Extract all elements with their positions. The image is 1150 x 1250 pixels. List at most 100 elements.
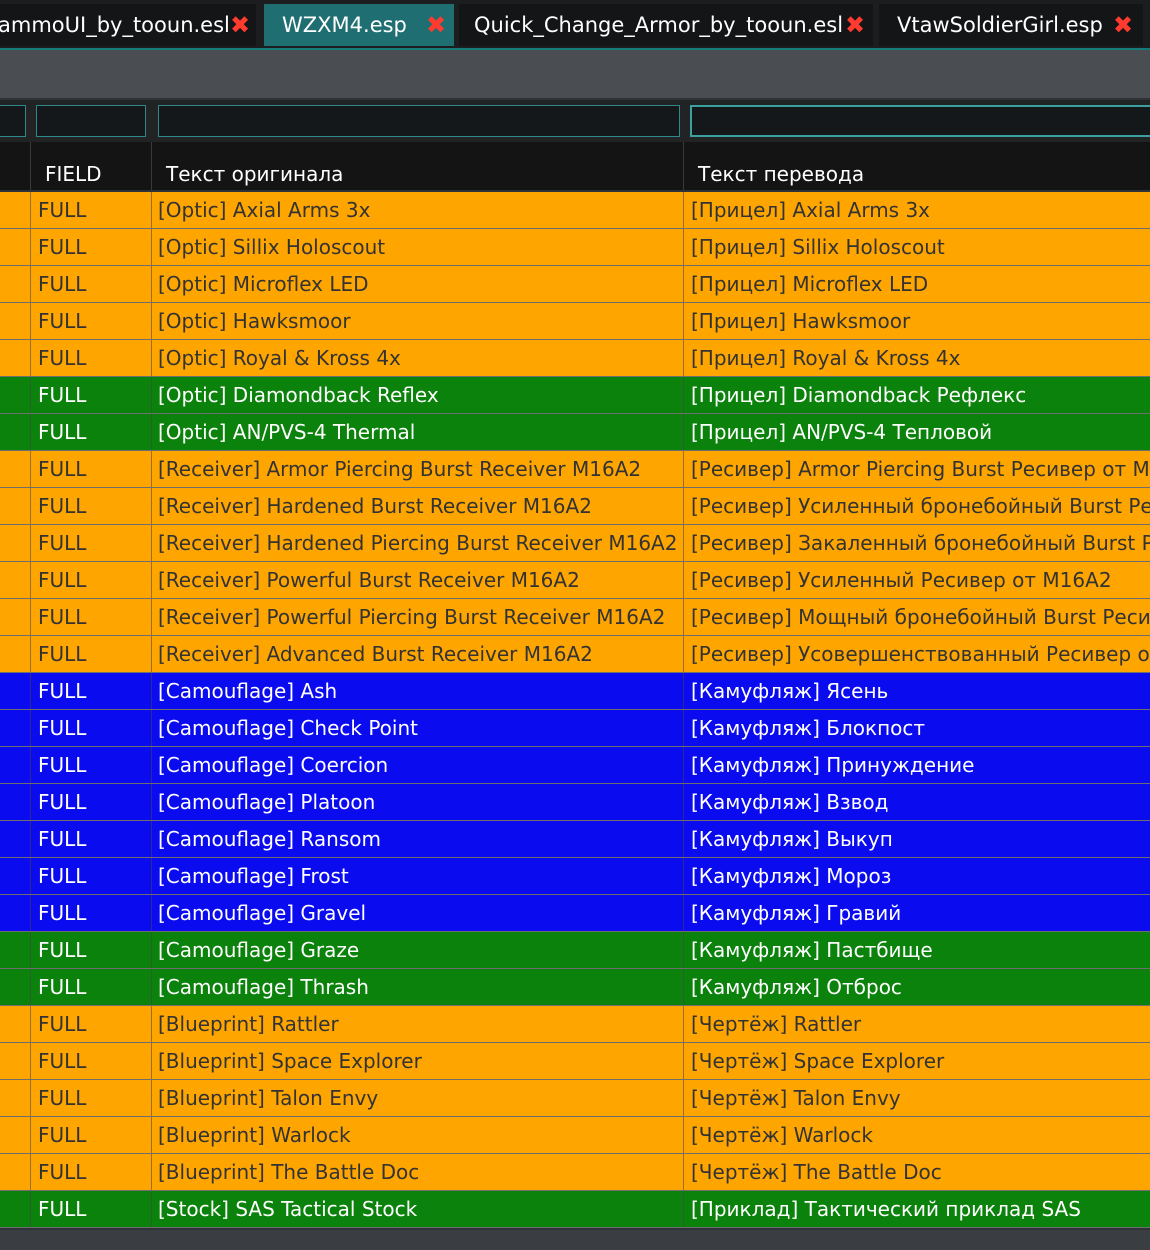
row-id-cell[interactable]: [0, 340, 30, 376]
field-cell[interactable]: FULL: [30, 747, 151, 783]
original-text-cell[interactable]: [Receiver] Advanced Burst Receiver M16A2: [151, 636, 683, 672]
translation-text-cell[interactable]: [Ресивер] Усовершенствованный Ресивер от…: [683, 636, 1150, 672]
filter-input-original[interactable]: [158, 105, 680, 137]
table-row[interactable]: FULL [Camouflage] Coercion [Камуфляж] Прин…: [0, 747, 1150, 784]
translation-text-cell[interactable]: [Камуфляж] Ясень: [683, 673, 1150, 709]
row-id-cell[interactable]: [0, 488, 30, 524]
row-id-cell[interactable]: [0, 821, 30, 857]
translation-text-cell[interactable]: [Прицел] AN/PVS-4 Тепловой: [683, 414, 1150, 450]
original-text-cell[interactable]: [Blueprint] Rattler: [151, 1006, 683, 1042]
translation-text-cell[interactable]: [Камуфляж] Гравий: [683, 895, 1150, 931]
table-row[interactable]: FULL [Optic] AN/PVS-4 Thermal [Прицел] AN/…: [0, 414, 1150, 451]
table-row[interactable]: FULL [Receiver] Hardened Piercing Burst R…: [0, 525, 1150, 562]
field-cell[interactable]: FULL: [30, 192, 151, 228]
field-cell[interactable]: FULL: [30, 1080, 151, 1116]
original-text-cell[interactable]: [Blueprint] Talon Envy: [151, 1080, 683, 1116]
translation-text-cell[interactable]: [Приклад] Тактический приклад SAS: [683, 1191, 1150, 1227]
field-cell[interactable]: FULL: [30, 266, 151, 302]
table-row[interactable]: FULL [Receiver] Armor Piercing Burst Rece…: [0, 451, 1150, 488]
row-id-cell[interactable]: [0, 747, 30, 783]
header-field[interactable]: FIELD: [30, 142, 151, 190]
table-row[interactable]: FULL [Receiver] Powerful Piercing Burst R…: [0, 599, 1150, 636]
table-row[interactable]: FULL [Optic] Axial Arms 3x [Прицел] Axial …: [0, 192, 1150, 229]
table-row[interactable]: FULL [Camouflage] Ransom [Камуфляж] Выкуп: [0, 821, 1150, 858]
row-id-cell[interactable]: [0, 451, 30, 487]
original-text-cell[interactable]: [Receiver] Powerful Burst Receiver M16A2: [151, 562, 683, 598]
table-row[interactable]: FULL [Camouflage] Thrash [Камуфляж] Отброс: [0, 969, 1150, 1006]
row-id-cell[interactable]: [0, 1006, 30, 1042]
original-text-cell[interactable]: [Optic] Sillix Holoscout: [151, 229, 683, 265]
table-row[interactable]: FULL [Blueprint] Warlock [Чертёж] Warlock: [0, 1117, 1150, 1154]
translation-text-cell[interactable]: [Чертёж] Rattler: [683, 1006, 1150, 1042]
translation-text-cell[interactable]: [Камуфляж] Блокпост: [683, 710, 1150, 746]
header-id[interactable]: [0, 142, 30, 190]
table-row[interactable]: FULL [Camouflage] Platoon [Камуфляж] Взвод: [0, 784, 1150, 821]
filter-input-field[interactable]: [36, 105, 146, 137]
translation-text-cell[interactable]: [Камуфляж] Отброс: [683, 969, 1150, 1005]
row-id-cell[interactable]: [0, 784, 30, 820]
table-row[interactable]: FULL [Camouflage] Check Point [Камуфляж] Б…: [0, 710, 1150, 747]
field-cell[interactable]: FULL: [30, 969, 151, 1005]
row-id-cell[interactable]: [0, 303, 30, 339]
table-row[interactable]: FULL [Blueprint] The Battle Doc [Чертёж] T…: [0, 1154, 1150, 1191]
original-text-cell[interactable]: [Camouflage] Graze: [151, 932, 683, 968]
close-icon[interactable]: ✖: [1113, 4, 1133, 46]
translation-text-cell[interactable]: [Ресивер] Усиленный бронебойный Burst Ре…: [683, 488, 1150, 524]
translation-text-cell[interactable]: [Камуфляж] Мороз: [683, 858, 1150, 894]
filter-input-translation[interactable]: [690, 105, 1150, 137]
original-text-cell[interactable]: [Camouflage] Platoon: [151, 784, 683, 820]
table-row[interactable]: FULL [Optic] Microflex LED [Прицел] Microf…: [0, 266, 1150, 303]
field-cell[interactable]: FULL: [30, 710, 151, 746]
row-id-cell[interactable]: [0, 1043, 30, 1079]
table-row[interactable]: FULL [Receiver] Advanced Burst Receiver M…: [0, 636, 1150, 673]
row-id-cell[interactable]: [0, 1154, 30, 1190]
row-id-cell[interactable]: [0, 562, 30, 598]
field-cell[interactable]: FULL: [30, 414, 151, 450]
row-id-cell[interactable]: [0, 1080, 30, 1116]
original-text-cell[interactable]: [Blueprint] Space Explorer: [151, 1043, 683, 1079]
translation-text-cell[interactable]: [Камуфляж] Выкуп: [683, 821, 1150, 857]
field-cell[interactable]: FULL: [30, 303, 151, 339]
original-text-cell[interactable]: [Stock] SAS Tactical Stock: [151, 1191, 683, 1227]
table-row[interactable]: FULL [Camouflage] Frost [Камуфляж] Мороз: [0, 858, 1150, 895]
translation-text-cell[interactable]: [Ресивер] Закаленный бронебойный Burst Р…: [683, 525, 1150, 561]
field-cell[interactable]: FULL: [30, 1154, 151, 1190]
translation-text-cell[interactable]: [Ресивер] Усиленный Ресивер от M16A2: [683, 562, 1150, 598]
row-id-cell[interactable]: [0, 266, 30, 302]
translation-text-cell[interactable]: [Ресивер] Armor Piercing Burst Ресивер о…: [683, 451, 1150, 487]
row-id-cell[interactable]: [0, 229, 30, 265]
tab-quick-change-armor[interactable]: Quick_Change_Armor_by_tooun.esl ✖: [459, 4, 873, 46]
row-id-cell[interactable]: [0, 932, 30, 968]
close-icon[interactable]: ✖: [230, 4, 250, 46]
table-row[interactable]: FULL [Optic] Diamondback Reflex [Прицел] D…: [0, 377, 1150, 414]
tab-ammoui[interactable]: ammoUI_by_tooun.esl ✖: [0, 4, 256, 46]
translation-text-cell[interactable]: [Чертёж] The Battle Doc: [683, 1154, 1150, 1190]
field-cell[interactable]: FULL: [30, 932, 151, 968]
row-id-cell[interactable]: [0, 636, 30, 672]
translation-text-cell[interactable]: [Прицел] Axial Arms 3x: [683, 192, 1150, 228]
translation-text-cell[interactable]: [Чертёж] Talon Envy: [683, 1080, 1150, 1116]
translation-text-cell[interactable]: [Ресивер] Мощный бронебойный Burst Ресив…: [683, 599, 1150, 635]
close-icon[interactable]: ✖: [426, 4, 446, 46]
table-row[interactable]: FULL [Camouflage] Ash [Камуфляж] Ясень: [0, 673, 1150, 710]
field-cell[interactable]: FULL: [30, 525, 151, 561]
original-text-cell[interactable]: [Receiver] Hardened Burst Receiver M16A2: [151, 488, 683, 524]
header-original[interactable]: Текст оригинала: [151, 142, 683, 190]
field-cell[interactable]: FULL: [30, 821, 151, 857]
original-text-cell[interactable]: [Camouflage] Thrash: [151, 969, 683, 1005]
table-row[interactable]: FULL [Camouflage] Graze [Камуфляж] Пастбищ…: [0, 932, 1150, 969]
field-cell[interactable]: FULL: [30, 1043, 151, 1079]
original-text-cell[interactable]: [Optic] AN/PVS-4 Thermal: [151, 414, 683, 450]
field-cell[interactable]: FULL: [30, 599, 151, 635]
header-translation[interactable]: Текст перевода: [683, 142, 1150, 190]
row-id-cell[interactable]: [0, 192, 30, 228]
tab-wzxm4[interactable]: WZXM4.esp ✖: [264, 4, 454, 46]
row-id-cell[interactable]: [0, 895, 30, 931]
field-cell[interactable]: FULL: [30, 784, 151, 820]
original-text-cell[interactable]: [Receiver] Armor Piercing Burst Receiver…: [151, 451, 683, 487]
table-row[interactable]: FULL [Blueprint] Rattler [Чертёж] Rattler: [0, 1006, 1150, 1043]
field-cell[interactable]: FULL: [30, 1117, 151, 1153]
field-cell[interactable]: FULL: [30, 229, 151, 265]
original-text-cell[interactable]: [Optic] Microflex LED: [151, 266, 683, 302]
original-text-cell[interactable]: [Camouflage] Check Point: [151, 710, 683, 746]
